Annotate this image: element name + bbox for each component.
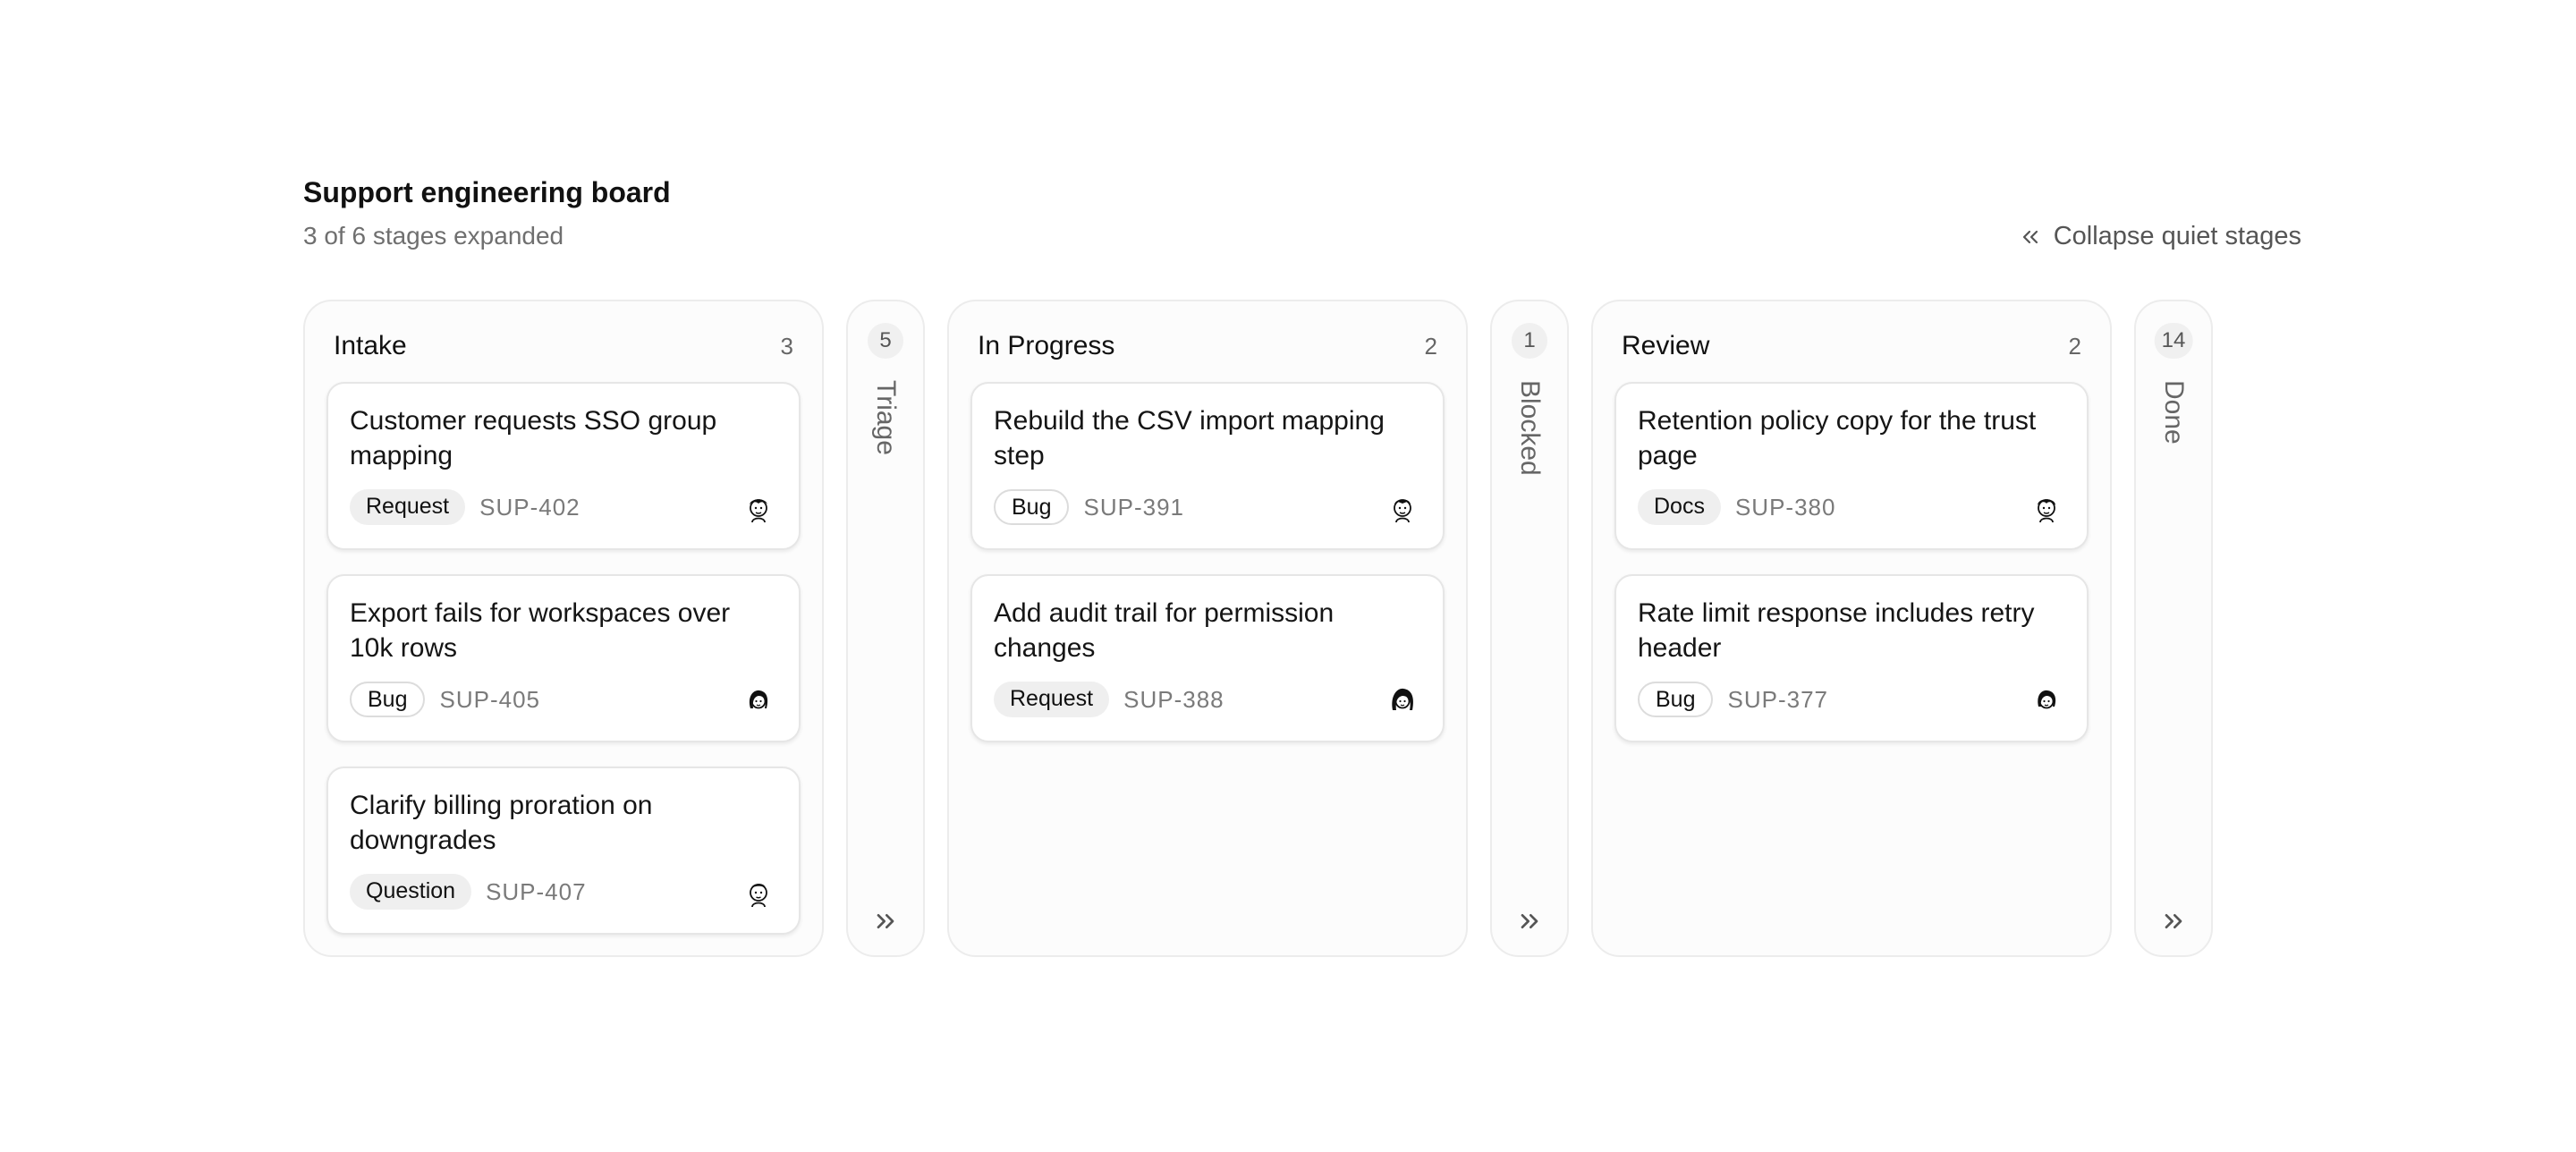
avatar-icon xyxy=(2031,685,2062,716)
column-title: Review xyxy=(1622,331,1710,360)
card-title: Retention policy copy for the trust page xyxy=(1638,406,2037,470)
avatar-icon xyxy=(1387,493,1418,523)
chevrons-left-icon xyxy=(2020,226,2041,248)
card-ticket-id: SUP-388 xyxy=(1123,685,1224,713)
card-tag: Bug xyxy=(994,489,1070,525)
avatar-icon xyxy=(1387,685,1418,716)
avatar-icon xyxy=(743,877,774,908)
card-ticket-id: SUP-405 xyxy=(439,685,540,713)
expand-column-button[interactable] xyxy=(2159,907,2188,936)
ticket-card[interactable]: Rebuild the CSV import mapping step Bug … xyxy=(970,382,1445,550)
card-title: Rate limit response includes retry heade… xyxy=(1638,598,2035,663)
card-tag: Request xyxy=(994,682,1110,717)
expand-column-button[interactable] xyxy=(871,907,900,936)
ticket-card[interactable]: Clarify billing proration on downgrades … xyxy=(326,767,801,935)
collapse-quiet-stages-label: Collapse quiet stages xyxy=(2053,222,2301,250)
page-title: Support engineering board xyxy=(303,176,671,208)
card-ticket-id: SUP-391 xyxy=(1083,493,1184,521)
ticket-card[interactable]: Add audit trail for permission changes R… xyxy=(970,574,1445,742)
avatar-icon xyxy=(2031,493,2062,523)
card-tag: Bug xyxy=(1638,682,1714,717)
column-triage-collapsed: 5 Triage xyxy=(846,300,925,957)
card-title: Customer requests SSO group mapping xyxy=(350,406,717,470)
ticket-card[interactable]: Retention policy copy for the trust page… xyxy=(1614,382,2089,550)
card-title: Export fails for workspaces over 10k row… xyxy=(350,598,731,663)
card-tag: Bug xyxy=(350,682,426,717)
card-title: Clarify billing proration on downgrades xyxy=(350,791,653,855)
column-count: 2 xyxy=(1424,332,1437,360)
column-intake: Intake 3 Customer requests SSO group map… xyxy=(303,300,824,957)
column-count: 1 xyxy=(1512,323,1547,359)
card-title: Rebuild the CSV import mapping step xyxy=(994,406,1385,470)
column-done-collapsed: 14 Done xyxy=(2134,300,2213,957)
ticket-card[interactable]: Export fails for workspaces over 10k row… xyxy=(326,574,801,742)
card-tag: Request xyxy=(350,489,466,525)
ticket-card[interactable]: Customer requests SSO group mapping Requ… xyxy=(326,382,801,550)
column-count: 3 xyxy=(780,332,793,360)
avatar-icon xyxy=(743,493,774,523)
chevrons-right-icon xyxy=(2165,914,2182,928)
column-in-progress: In Progress 2 Rebuild the CSV import map… xyxy=(947,300,1468,957)
card-ticket-id: SUP-407 xyxy=(486,877,587,905)
card-ticket-id: SUP-402 xyxy=(479,493,580,521)
card-tag: Docs xyxy=(1638,489,1721,525)
column-title: Triage xyxy=(871,380,901,455)
column-title: Blocked xyxy=(1515,380,1545,476)
card-ticket-id: SUP-380 xyxy=(1734,493,1836,521)
expand-column-button[interactable] xyxy=(1515,907,1544,936)
stages-expanded-summary: 3 of 6 stages expanded xyxy=(303,222,564,250)
column-count: 14 xyxy=(2154,323,2193,359)
card-tag: Question xyxy=(350,874,472,910)
column-count: 5 xyxy=(868,323,903,359)
chevrons-right-icon xyxy=(1521,914,1538,928)
column-title: Done xyxy=(2159,380,2189,445)
column-title: In Progress xyxy=(978,331,1115,360)
column-review: Review 2 Retention policy copy for the t… xyxy=(1591,300,2112,957)
card-title: Add audit trail for permission changes xyxy=(994,598,1335,663)
column-title: Intake xyxy=(334,331,407,360)
collapse-quiet-stages-button[interactable]: Collapse quiet stages xyxy=(2020,222,2301,251)
card-ticket-id: SUP-377 xyxy=(1727,685,1828,713)
column-blocked-collapsed: 1 Blocked xyxy=(1490,300,1569,957)
chevrons-right-icon xyxy=(877,914,894,928)
column-count: 2 xyxy=(2068,332,2081,360)
board-page: Support engineering board 3 of 6 stages … xyxy=(0,0,2576,1152)
board-header: Support engineering board 3 of 6 stages … xyxy=(303,172,2301,261)
ticket-card[interactable]: Rate limit response includes retry heade… xyxy=(1614,574,2089,742)
avatar-icon xyxy=(743,685,774,716)
